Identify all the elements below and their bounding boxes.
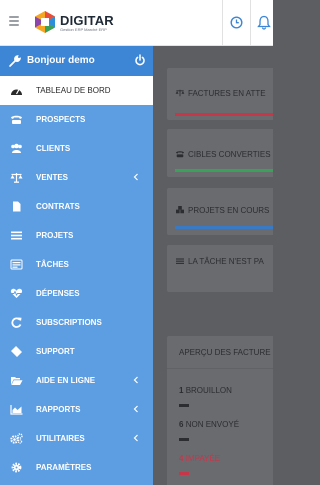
stat-card-progress <box>175 113 273 116</box>
sidebar-item-label: TABLEAU DE BORD <box>36 86 111 95</box>
sidebar-item-ventes[interactable]: VENTES <box>0 163 153 192</box>
sidebar-item-label: CONTRATS <box>36 202 80 211</box>
hamburger-icon[interactable] <box>9 16 19 26</box>
divider <box>167 368 273 369</box>
wrench-icon[interactable] <box>8 54 22 68</box>
stat-card-projets: PROJETS EN COURS <box>167 188 273 235</box>
bell-icon[interactable] <box>257 15 271 30</box>
sidebar-item-prospects[interactable]: PROSPECTS <box>0 105 153 134</box>
stat-card-title: LA TÂCHE N'EST PA <box>175 257 264 266</box>
file-icon <box>13 201 21 212</box>
top-header: DIGITAR Gestion ERP Marché ERP <box>0 0 273 46</box>
brand-logo[interactable] <box>33 10 57 34</box>
overview-item[interactable]: 1 BROUILLON <box>179 386 232 395</box>
overview-title: APERÇU DES FACTURE <box>179 348 271 357</box>
balance-scale-icon <box>175 89 185 97</box>
refresh-icon <box>11 317 22 328</box>
header-divider <box>250 0 251 46</box>
sidebar-item-subscriptions[interactable]: SUBSCRIPTIONS <box>0 308 153 337</box>
header-divider <box>222 0 223 46</box>
stat-card-title: PROJETS EN COURS <box>175 206 269 215</box>
ticket-icon <box>11 346 22 357</box>
sidebar-item-clients[interactable]: CLIENTS <box>0 134 153 163</box>
sidebar-item-utilitaires[interactable]: UTILITAIRES <box>0 424 153 453</box>
sidebar-item-label: TÂCHES <box>36 260 69 269</box>
stat-card-progress <box>175 169 273 172</box>
heartbeat-icon <box>10 288 23 298</box>
sidebar-item-rapports[interactable]: RAPPORTS <box>0 395 153 424</box>
sidebar-item-label: PROJETS <box>36 231 74 240</box>
sidebar-item-label: CLIENTS <box>36 144 71 153</box>
user-bar: Bonjour demo <box>0 46 153 76</box>
stat-card-title: FACTURES EN ATTE <box>175 89 266 98</box>
sidebar: Bonjour demo TABLEAU DE BORD PROSPECTS C… <box>0 46 153 485</box>
cubes-icon <box>176 206 184 214</box>
tty-icon <box>176 151 184 158</box>
tasks-icon <box>176 258 184 264</box>
sidebar-item-label: AIDE EN LIGNE <box>36 376 96 385</box>
sidebar-item-support[interactable]: SUPPORT <box>0 337 153 366</box>
chevron-left-icon <box>133 173 138 181</box>
folder-open-icon <box>11 377 23 385</box>
sidebar-item-label: PROSPECTS <box>36 115 86 124</box>
overview-item-bar <box>179 438 189 441</box>
clock-icon[interactable] <box>230 16 243 29</box>
stat-card-factures: FACTURES EN ATTE <box>167 68 273 120</box>
sidebar-item-aide-en-ligne[interactable]: AIDE EN LIGNE <box>0 366 153 395</box>
area-chart-icon <box>10 405 23 415</box>
sidebar-item-parametres[interactable]: PARAMÈTRES <box>0 453 153 482</box>
cogs-icon <box>10 433 23 444</box>
bars-icon <box>11 231 22 240</box>
sidebar-nav: TABLEAU DE BORD PROSPECTS CLIENTS VENTES… <box>0 76 153 482</box>
power-icon[interactable] <box>134 54 146 66</box>
sidebar-item-depenses[interactable]: DÉPENSES <box>0 279 153 308</box>
sidebar-item-label: PARAMÈTRES <box>36 463 92 472</box>
sidebar-item-label: UTILITAIRES <box>36 434 85 443</box>
chevron-left-icon <box>133 434 138 442</box>
sidebar-item-projets[interactable]: PROJETS <box>0 221 153 250</box>
sidebar-item-dashboard[interactable]: TABLEAU DE BORD <box>0 76 153 105</box>
overview-item-bar <box>179 404 189 407</box>
dashboard-icon <box>11 89 22 95</box>
sidebar-item-contrats[interactable]: CONTRATS <box>0 192 153 221</box>
sidebar-item-label: VENTES <box>36 173 69 182</box>
sidebar-item-label: DÉPENSES <box>36 289 80 298</box>
overview-item-bar <box>179 472 189 475</box>
user-greeting: Bonjour demo <box>27 55 95 66</box>
stat-card-cibles: CIBLES CONVERTIES <box>167 129 273 177</box>
overview-item[interactable]: 4 IMPAYÉE <box>179 454 220 463</box>
stat-card-title: CIBLES CONVERTIES <box>175 150 271 159</box>
balance-scale-icon <box>10 173 23 183</box>
sidebar-item-label: SUBSCRIPTIONS <box>36 318 102 327</box>
tasks-icon <box>10 259 23 270</box>
brand-subtitle: Gestion ERP Marché ERP <box>60 27 107 32</box>
cog-icon <box>11 462 22 473</box>
sidebar-item-label: SUPPORT <box>36 347 75 356</box>
chevron-left-icon <box>133 376 138 384</box>
tty-icon <box>11 115 22 124</box>
brand-name: DIGITAR <box>60 13 114 28</box>
users-icon <box>11 143 22 153</box>
main-content-overlay: FACTURES EN ATTE CIBLES CONVERTIES PROJE… <box>153 46 273 485</box>
stat-card-progress <box>175 226 273 229</box>
overview-item[interactable]: 6 NON ENVOYÉ <box>179 420 239 429</box>
stat-card-taches: LA TÂCHE N'EST PA <box>167 245 273 292</box>
chevron-left-icon <box>133 405 138 413</box>
sidebar-item-label: RAPPORTS <box>36 405 81 414</box>
sidebar-item-taches[interactable]: TÂCHES <box>0 250 153 279</box>
invoice-overview-panel: APERÇU DES FACTURE 1 BROUILLON 6 NON ENV… <box>167 336 273 485</box>
